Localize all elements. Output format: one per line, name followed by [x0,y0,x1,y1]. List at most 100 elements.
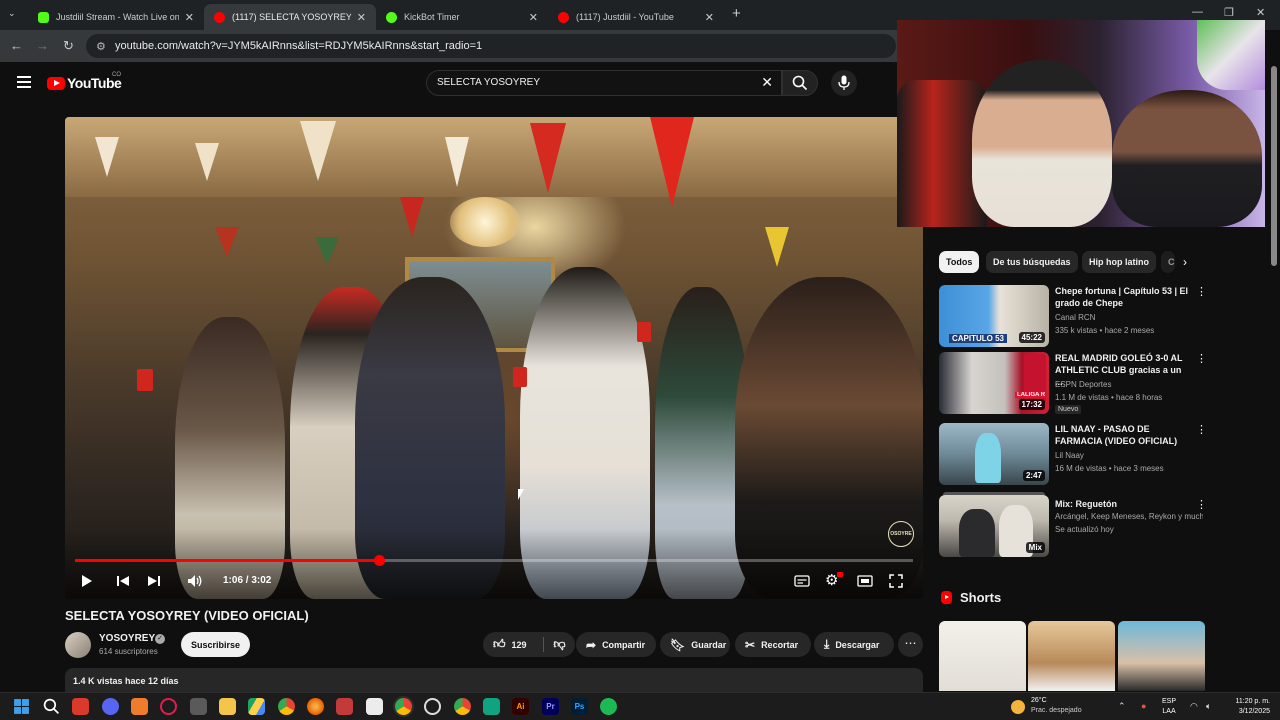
chevron-right-icon[interactable]: › [1183,255,1187,269]
tab-list-dropdown-icon[interactable]: ⌄ [8,8,16,19]
video-thumbnail[interactable]: LALIGA RES 17:32 [939,352,1049,414]
taskbar-app-icon[interactable] [160,698,177,715]
fullscreen-icon[interactable] [889,574,903,588]
dislike-button[interactable]: 👎︎ [544,632,575,657]
channel-name[interactable]: Lil Naay [1055,451,1203,460]
chrome-icon[interactable] [454,698,471,715]
video-title[interactable]: Chepe fortuna | Capítulo 53 | El grado d… [1055,285,1191,309]
channel-avatar[interactable] [65,632,91,658]
description-box[interactable]: 1.4 K vistas hace 12 días [65,668,923,692]
scrollbar-thumb[interactable] [1271,66,1277,266]
browser-tab-selecta[interactable]: (1117) SELECTA YOSOYREY (VIDEO OFICIAL) … [204,4,376,30]
photoshop-icon[interactable]: Ps [571,698,588,715]
voice-search-button[interactable] [831,70,857,96]
maximize-icon[interactable]: ❐ [1224,6,1234,19]
progress-bar[interactable] [75,555,913,566]
recommendation-item[interactable]: CAPITULO 53 45:22 Chepe fortuna | Capítu… [939,285,1207,347]
download-button[interactable]: ⤓ Descargar [814,632,894,657]
more-actions-icon[interactable]: ⋯ [898,632,923,657]
video-player[interactable]: OSOYRE 1:06 / 3:02 ⚙ [65,117,923,599]
browser-tab-kickbot-timer[interactable]: KickBot Timer ✕ [376,4,548,30]
channel-watermark[interactable]: OSOYRE [888,521,914,547]
more-options-icon[interactable]: ⋮ [1196,285,1207,298]
mix-title[interactable]: Mix: Reguetón [1055,498,1191,510]
close-tab-icon[interactable]: ✕ [185,11,194,24]
close-tab-icon[interactable]: ✕ [705,11,714,24]
close-tab-icon[interactable]: ✕ [529,11,538,24]
speaker-icon[interactable]: 🔈︎ [1206,701,1211,712]
more-options-icon[interactable]: ⋮ [1196,352,1207,365]
youtube-logo-icon[interactable] [47,77,65,90]
save-button[interactable]: 🔖︎ Guardar [660,632,730,657]
taskbar-app-icon[interactable] [424,698,441,715]
more-options-icon[interactable]: ⋮ [1196,423,1207,436]
subtitles-icon[interactable] [794,575,810,587]
channel-name[interactable]: ESPN Deportes [1055,380,1203,389]
close-window-icon[interactable]: ✕ [1256,6,1265,19]
spotify-icon[interactable] [600,698,617,715]
recommendation-item[interactable]: 2:47 LIL NAAY - PASAO DE FARMACIA (VIDEO… [939,423,1207,485]
menu-hamburger-icon[interactable] [17,76,31,88]
chip-from-searches[interactable]: De tus búsquedas [986,251,1078,273]
language-indicator[interactable]: ESP LAA [1162,697,1176,717]
new-tab-plus-icon[interactable]: + [732,5,741,22]
video-thumbnail[interactable]: CAPITULO 53 45:22 [939,285,1049,347]
system-clock[interactable]: 11:20 p. m. 3/12/2025 [1225,697,1270,717]
chip-partial[interactable]: C [1161,251,1175,273]
clear-search-icon[interactable]: ✕ [761,74,773,91]
firefox-icon[interactable] [307,698,324,715]
wifi-icon[interactable]: ◠ [1190,701,1198,712]
chrome-icon[interactable] [395,698,412,715]
browser-tab-kick-stream[interactable]: Justdiil Stream - Watch Live on Kick ✕ [28,4,204,30]
mix-recommendation-item[interactable]: Mix Mix: Reguetón Arcángel, Keep Meneses… [939,492,1207,557]
taskbar-app-icon[interactable] [72,698,89,715]
next-icon[interactable] [147,575,161,587]
chip-all[interactable]: Todos [939,251,980,273]
chip-latin-hip-hop[interactable]: Hip hop latino [1082,251,1156,273]
previous-icon[interactable] [116,575,130,587]
taskbar-app-icon[interactable] [336,698,353,715]
clip-button[interactable]: ✂ Recortar [735,632,811,657]
play-icon[interactable] [81,574,93,588]
calculator-icon[interactable] [190,698,207,715]
video-thumbnail[interactable]: 2:47 [939,423,1049,485]
forward-arrow-icon[interactable]: → [36,38,49,53]
like-button[interactable]: 👍︎ 129 [483,632,543,657]
browser-tab-justdiil-youtube[interactable]: (1117) Justdiil - YouTube ✕ [548,4,724,30]
site-settings-icon[interactable]: ⚙ [96,40,106,53]
file-explorer-icon[interactable] [219,698,236,715]
discord-icon[interactable] [102,698,119,715]
video-title[interactable]: LIL NAAY - PASAO DE FARMACIA (VIDEO OFIC… [1055,423,1191,447]
reload-icon[interactable]: ↻ [63,38,74,54]
windows-start-icon[interactable] [13,698,30,715]
progress-scrubber[interactable] [373,555,385,566]
microphone-tray-icon[interactable]: ● [1141,701,1146,711]
page-scrollbar[interactable] [1270,62,1278,690]
taskbar-app-icon[interactable] [483,698,500,715]
search-button[interactable] [782,70,818,96]
close-tab-icon[interactable]: ✕ [357,11,366,24]
channel-name[interactable]: Canal RCN [1055,313,1203,322]
volume-icon[interactable] [187,574,203,588]
taskbar-app-icon[interactable] [131,698,148,715]
subscribe-button[interactable]: Suscribirse [181,632,250,657]
back-arrow-icon[interactable]: ← [10,38,23,53]
theater-mode-icon[interactable] [857,575,873,587]
premiere-icon[interactable]: Pr [542,698,559,715]
illustrator-icon[interactable]: Ai [512,698,529,715]
share-button[interactable]: ➦ Compartir [576,632,656,657]
short-thumbnail[interactable] [1118,621,1205,691]
mix-thumbnail[interactable]: Mix [939,495,1049,557]
taskbar-search-icon[interactable] [43,698,60,715]
minimize-icon[interactable]: — [1192,6,1203,18]
address-bar[interactable]: ⚙ youtube.com/watch?v=JYM5kAIRnns&list=R… [86,34,896,58]
more-options-icon[interactable]: ⋮ [1196,498,1207,511]
document-icon[interactable] [366,698,383,715]
tray-expand-icon[interactable]: ⌃ [1118,701,1126,712]
recommendation-item[interactable]: LALIGA RES 17:32 REAL MADRID GOLEÓ 3-0 A… [939,352,1207,414]
channel-name[interactable]: YOSOYREY [99,633,155,644]
short-thumbnail[interactable] [939,621,1026,691]
short-thumbnail[interactable] [1028,621,1115,691]
chrome-profile-icon[interactable] [278,698,295,715]
google-drive-icon[interactable] [248,698,265,715]
